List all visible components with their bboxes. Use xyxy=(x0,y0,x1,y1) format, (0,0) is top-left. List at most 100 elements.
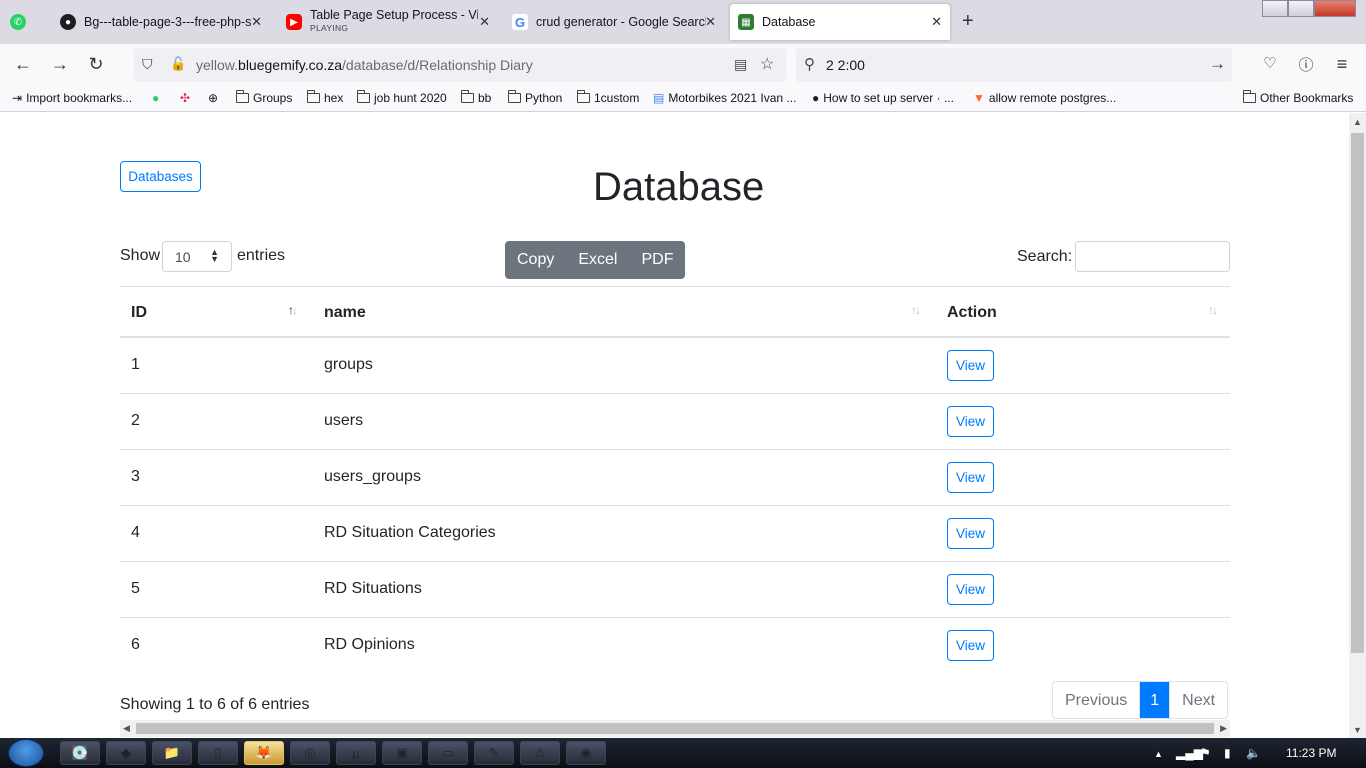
view-button[interactable]: View xyxy=(947,630,994,661)
search-bar[interactable]: ⚲ 2 2:00 → xyxy=(796,48,1232,82)
next-page-button[interactable]: Next xyxy=(1170,682,1227,718)
taskbar-warning-icon[interactable]: ⚠ xyxy=(520,741,560,765)
copy-button[interactable]: Copy xyxy=(505,241,566,279)
minimize-button[interactable] xyxy=(1262,0,1288,17)
go-arrow-icon[interactable]: → xyxy=(1209,54,1226,74)
pdf-button[interactable]: PDF xyxy=(629,241,685,279)
flag-icon[interactable]: ⚑ xyxy=(1200,746,1211,760)
address-bar[interactable]: ⛉ 🔓 yellow.bluegemify.co.za/database/d/R… xyxy=(134,48,786,82)
taskbar-app-kite-icon[interactable]: ◆ xyxy=(106,741,146,765)
bookmark-job-hunt[interactable]: job hunt 2020 xyxy=(357,90,447,105)
scroll-left-icon[interactable]: ◀ xyxy=(123,723,130,734)
new-tab-button[interactable]: + xyxy=(962,10,974,33)
reader-view-icon[interactable]: ▤ xyxy=(734,56,747,73)
horizontal-scroll-thumb[interactable] xyxy=(136,723,1214,734)
bookmark-motorbikes[interactable]: ▤ Motorbikes 2021 Ivan ... xyxy=(653,91,796,105)
cell-id: 3 xyxy=(131,468,140,485)
tab-database[interactable]: ▦ Database ✕ xyxy=(730,4,950,40)
back-arrow-icon[interactable]: ← xyxy=(12,54,34,75)
bookmark-hex[interactable]: hex xyxy=(307,90,343,105)
column-header-name[interactable]: name xyxy=(324,304,366,322)
menu-icon[interactable]: ≡ xyxy=(1331,54,1353,75)
taskbar-notes-icon[interactable]: ▯ xyxy=(198,741,238,765)
tray-expand-icon[interactable]: ▲ xyxy=(1154,749,1163,759)
databases-button[interactable]: Databases xyxy=(120,161,201,192)
table-search-input[interactable] xyxy=(1075,241,1230,272)
folder-icon xyxy=(508,90,521,103)
bookmark-whatsapp[interactable]: ● xyxy=(152,91,163,105)
taskbar-network-icon[interactable]: ◎ xyxy=(290,741,330,765)
vertical-scroll-thumb[interactable] xyxy=(1351,133,1364,653)
bookmark-star-icon[interactable]: ☆ xyxy=(760,54,774,74)
column-header-action[interactable]: Action xyxy=(947,304,997,322)
close-tab-icon[interactable]: ✕ xyxy=(251,14,262,30)
close-tab-icon[interactable]: ✕ xyxy=(479,14,490,30)
tab-github-page[interactable]: ● Bg---table-page-3---free-php-s ✕ xyxy=(60,0,270,44)
volume-icon[interactable]: 🔈 xyxy=(1246,746,1261,760)
sort-icon[interactable]: ↑↓ xyxy=(911,303,921,317)
sort-asc-icon[interactable]: ↑↓ xyxy=(288,303,298,317)
scroll-down-icon[interactable]: ▼ xyxy=(1353,725,1362,735)
taskbar-remote-icon[interactable]: ▣ xyxy=(382,741,422,765)
horizontal-scrollbar[interactable]: ◀ ▶ xyxy=(120,720,1230,737)
bookmark-import[interactable]: ⇥ Import bookmarks... xyxy=(12,91,132,105)
extension-icon[interactable]: ⓘ xyxy=(1295,54,1317,75)
pagination: Previous 1 Next xyxy=(1052,681,1229,719)
bookmark-slack[interactable]: ✣ xyxy=(180,91,194,105)
tab-google-search[interactable]: G crud generator - Google Search ✕ xyxy=(512,0,724,44)
column-header-id[interactable]: ID xyxy=(131,304,147,322)
start-button[interactable] xyxy=(8,739,44,767)
bookmark-postgres[interactable]: ▼ allow remote postgres... xyxy=(973,91,1116,105)
close-window-button[interactable] xyxy=(1314,0,1356,17)
reload-icon[interactable]: ↻ xyxy=(85,54,107,75)
cell-name: users_groups xyxy=(324,468,421,485)
previous-page-button[interactable]: Previous xyxy=(1053,682,1141,718)
clock[interactable]: 11:23 PM xyxy=(1286,746,1336,760)
bookmark-globe[interactable]: ⊕ xyxy=(208,91,222,105)
taskbar-explorer-icon[interactable]: 📁 xyxy=(152,741,192,765)
view-button[interactable]: View xyxy=(947,462,994,493)
bookmark-server-setup[interactable]: ● How to set up server · ... xyxy=(812,91,954,105)
scroll-right-icon[interactable]: ▶ xyxy=(1220,723,1227,734)
close-tab-icon[interactable]: ✕ xyxy=(705,14,716,30)
maximize-button[interactable] xyxy=(1288,0,1314,17)
table-body: 1 groups View 2 users View 3 users_group… xyxy=(120,338,1230,674)
bookmark-1custom[interactable]: 1custom xyxy=(577,90,639,105)
whatsapp-icon: ✆ xyxy=(10,14,26,30)
taskbar-chrome-icon[interactable]: ◉ xyxy=(566,741,606,765)
taskbar-firefox-icon[interactable]: 🦊 xyxy=(244,741,284,765)
search-query[interactable]: 2 2:00 xyxy=(826,57,865,73)
bookmark-other[interactable]: Other Bookmarks xyxy=(1243,90,1353,105)
sort-icon[interactable]: ↑↓ xyxy=(1208,303,1218,317)
scroll-up-icon[interactable]: ▲ xyxy=(1353,117,1362,127)
folder-icon xyxy=(577,90,590,103)
entries-select[interactable]: 10 ▲ ▼ xyxy=(162,241,232,272)
battery-icon[interactable]: ▮ xyxy=(1224,746,1231,760)
google-icon: G xyxy=(512,14,528,30)
view-button[interactable]: View xyxy=(947,406,994,437)
taskbar-monitor-icon[interactable]: ▭ xyxy=(428,741,468,765)
bookmark-groups[interactable]: Groups xyxy=(236,90,292,105)
tab-whatsapp[interactable]: ✆ xyxy=(10,0,44,44)
shield-icon[interactable]: ⛉ xyxy=(142,56,153,73)
signal-icon[interactable]: ▂▄▆ xyxy=(1176,746,1203,760)
view-button[interactable]: View xyxy=(947,574,994,605)
taskbar-app-drive-icon[interactable]: 💽 xyxy=(60,741,100,765)
entries-value: 10 xyxy=(175,249,191,265)
taskbar: 💽 ◆ 📁 ▯ 🦊 ◎ µ ▣ ▭ ✎ ⚠ ◉ ▲ ▂▄▆ ⚑ ▮ 🔈 11:2… xyxy=(0,738,1366,768)
view-button[interactable]: View xyxy=(947,350,994,381)
taskbar-notepad-icon[interactable]: ✎ xyxy=(474,741,514,765)
vertical-scrollbar[interactable]: ▲ ▼ xyxy=(1349,113,1366,738)
close-tab-icon[interactable]: ✕ xyxy=(931,14,942,30)
pocket-icon[interactable]: ♡ xyxy=(1259,54,1281,72)
tab-youtube[interactable]: ▶ Table Page Setup Process - Vid PLAYING… xyxy=(286,0,498,44)
view-button[interactable]: View xyxy=(947,518,994,549)
bookmark-bb[interactable]: bb xyxy=(461,90,491,105)
taskbar-utorrent-icon[interactable]: µ xyxy=(336,741,376,765)
insecure-lock-icon[interactable]: 🔓 xyxy=(170,56,186,72)
page-1-button[interactable]: 1 xyxy=(1140,682,1171,718)
bookmark-python[interactable]: Python xyxy=(508,90,562,105)
forward-arrow-icon[interactable]: → xyxy=(49,54,71,75)
excel-button[interactable]: Excel xyxy=(566,241,629,279)
url-text[interactable]: yellow.bluegemify.co.za/database/d/Relat… xyxy=(196,57,533,73)
